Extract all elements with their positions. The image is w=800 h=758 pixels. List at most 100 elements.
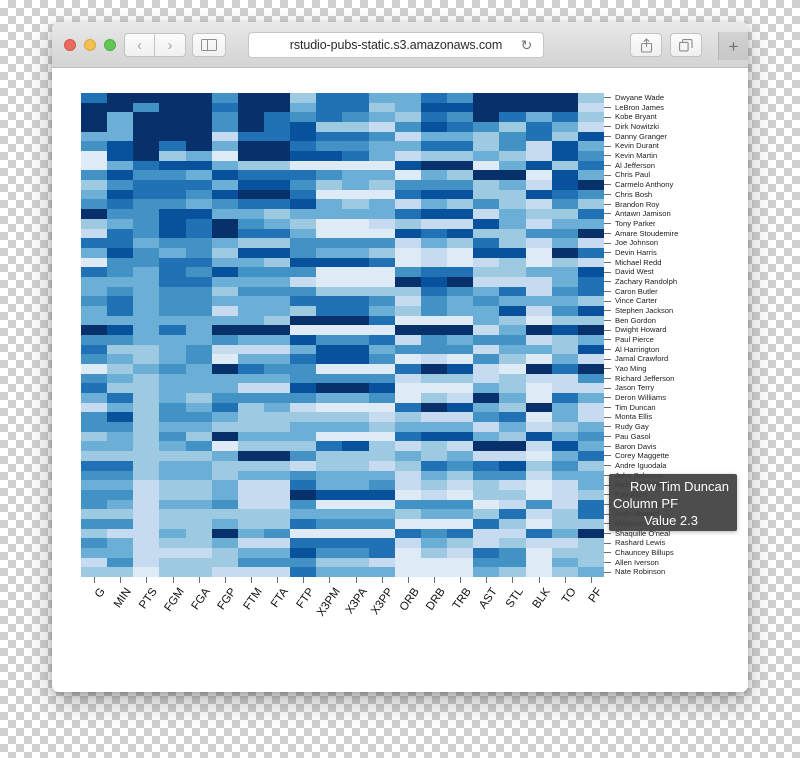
heatmap-cell[interactable] (499, 383, 526, 394)
heatmap-cell[interactable] (133, 228, 160, 239)
heatmap-cell[interactable] (499, 238, 526, 248)
heatmap-cell[interactable] (525, 393, 552, 403)
heatmap-cell[interactable] (159, 238, 186, 248)
heatmap-cell[interactable] (577, 325, 604, 335)
heatmap-cell[interactable] (368, 528, 395, 539)
heatmap-cell[interactable] (499, 441, 526, 452)
heatmap-cell[interactable] (316, 102, 343, 113)
heatmap-cell[interactable] (473, 509, 500, 519)
heatmap-cell[interactable] (551, 296, 578, 306)
heatmap-cell[interactable] (447, 315, 474, 326)
heatmap-cell[interactable] (290, 131, 317, 142)
heatmap-cell[interactable] (447, 373, 474, 384)
heatmap-cell[interactable] (394, 189, 421, 200)
heatmap-cell[interactable] (447, 354, 474, 365)
heatmap-cell[interactable] (185, 102, 212, 113)
heatmap-cell[interactable] (107, 364, 134, 374)
heatmap-cell[interactable] (577, 344, 604, 355)
heatmap-cell[interactable] (420, 470, 448, 481)
heatmap-cell[interactable] (185, 189, 212, 200)
heatmap-cell[interactable] (499, 102, 526, 113)
heatmap-cell[interactable] (107, 422, 134, 432)
heatmap-cell[interactable] (342, 209, 369, 219)
heatmap-cell[interactable] (577, 431, 604, 442)
heatmap-cell[interactable] (133, 122, 160, 132)
heatmap-cell[interactable] (107, 160, 134, 171)
heatmap-cell[interactable] (473, 315, 500, 326)
heatmap-cell[interactable] (264, 93, 291, 103)
heatmap-cell[interactable] (577, 180, 604, 190)
heatmap-cell[interactable] (159, 499, 186, 510)
heatmap-cell[interactable] (499, 470, 526, 481)
heatmap-cell[interactable] (81, 422, 108, 432)
heatmap-cell[interactable] (133, 460, 160, 471)
heatmap-cell[interactable] (81, 373, 108, 384)
heatmap-cell[interactable] (290, 538, 317, 548)
heatmap-cell[interactable] (185, 470, 212, 481)
heatmap-cell[interactable] (264, 422, 291, 432)
heatmap-cell[interactable] (107, 441, 134, 452)
heatmap-cell[interactable] (107, 209, 134, 219)
heatmap-cell[interactable] (159, 315, 186, 326)
heatmap-cell[interactable] (264, 180, 291, 190)
heatmap-cell[interactable] (420, 305, 448, 316)
heatmap-cell[interactable] (81, 344, 108, 355)
heatmap-cell[interactable] (420, 518, 448, 529)
heatmap-cell[interactable] (211, 364, 238, 374)
heatmap-cell[interactable] (447, 238, 474, 248)
heatmap-cell[interactable] (316, 180, 343, 190)
heatmap-cell[interactable] (473, 364, 500, 374)
heatmap-cell[interactable] (368, 238, 395, 248)
heatmap-cell[interactable] (316, 538, 343, 548)
heatmap-cell[interactable] (525, 412, 552, 423)
heatmap-cell[interactable] (211, 102, 238, 113)
heatmap-cell[interactable] (447, 451, 474, 461)
heatmap-cell[interactable] (211, 276, 238, 287)
heatmap-cell[interactable] (159, 364, 186, 374)
heatmap-cell[interactable] (342, 412, 369, 423)
heatmap-cell[interactable] (264, 151, 291, 161)
heatmap-cell[interactable] (107, 528, 134, 539)
heatmap-cell[interactable] (551, 102, 578, 113)
heatmap-cell[interactable] (316, 557, 343, 568)
heatmap-cell[interactable] (577, 305, 604, 316)
heatmap-cell[interactable] (133, 131, 160, 142)
heatmap-cell[interactable] (342, 218, 369, 229)
heatmap-cell[interactable] (551, 373, 578, 384)
heatmap-cell[interactable] (290, 567, 317, 577)
heatmap-cell[interactable] (394, 267, 421, 277)
heatmap-cell[interactable] (316, 412, 343, 423)
heatmap-cell[interactable] (81, 364, 108, 374)
heatmap-cell[interactable] (264, 528, 291, 539)
heatmap-cell[interactable] (107, 131, 134, 142)
heatmap-cell[interactable] (159, 335, 186, 345)
heatmap-cell[interactable] (499, 325, 526, 335)
heatmap-cell[interactable] (368, 180, 395, 190)
heatmap-cell[interactable] (237, 141, 265, 152)
heatmap-cell[interactable] (368, 315, 395, 326)
heatmap-cell[interactable] (81, 151, 108, 161)
heatmap-cell[interactable] (185, 480, 212, 490)
heatmap-cell[interactable] (342, 93, 369, 103)
heatmap-cell[interactable] (525, 557, 552, 568)
heatmap-cell[interactable] (316, 238, 343, 248)
heatmap-cell[interactable] (499, 528, 526, 539)
heatmap-cell[interactable] (107, 451, 134, 461)
heatmap-cell[interactable] (211, 460, 238, 471)
heatmap-cell[interactable] (368, 354, 395, 365)
heatmap-cell[interactable] (525, 228, 552, 239)
heatmap-cell[interactable] (264, 393, 291, 403)
heatmap-cell[interactable] (185, 431, 212, 442)
heatmap-cell[interactable] (577, 422, 604, 432)
heatmap-cell[interactable] (551, 538, 578, 548)
heatmap-cell[interactable] (81, 538, 108, 548)
heatmap-cell[interactable] (264, 402, 291, 413)
heatmap-cell[interactable] (342, 247, 369, 258)
heatmap-cell[interactable] (290, 160, 317, 171)
heatmap-cell[interactable] (81, 335, 108, 345)
heatmap-cell[interactable] (81, 131, 108, 142)
heatmap-cell[interactable] (290, 151, 317, 161)
heatmap-cell[interactable] (316, 296, 343, 306)
heatmap-cell[interactable] (525, 383, 552, 394)
heatmap-cell[interactable] (525, 489, 552, 500)
